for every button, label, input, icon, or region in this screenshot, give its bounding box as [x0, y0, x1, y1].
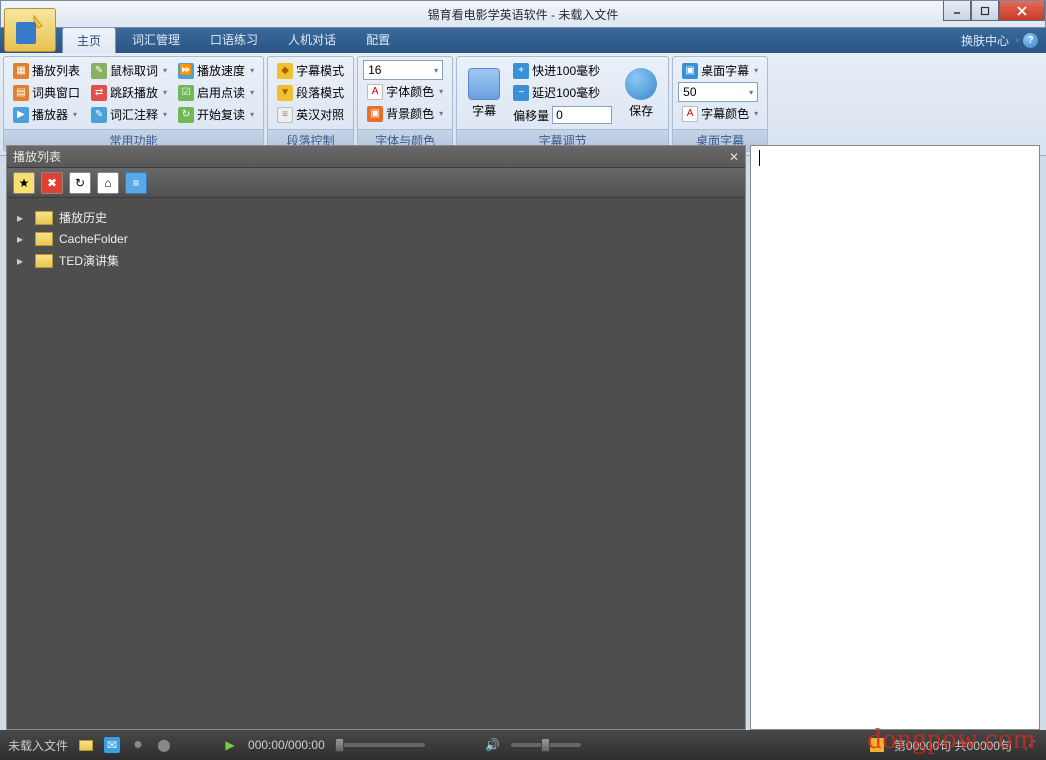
app-logo — [4, 8, 56, 52]
btn-play-speed[interactable]: ⏩播放速度▾ — [174, 60, 258, 81]
btn-dict-window[interactable]: ▤词典窗口 — [9, 82, 84, 103]
tb-delete-icon[interactable]: ✖ — [41, 172, 63, 194]
menu-tabstrip: 主页 词汇管理 口语练习 人机对话 配置 换肤中心 ▾ ? — [0, 28, 1046, 53]
help-icon[interactable]: ? — [1023, 33, 1038, 48]
volume-slider[interactable] — [511, 743, 581, 747]
tb-new-icon[interactable]: ★ — [13, 172, 35, 194]
status-time: 000:00/000:00 — [248, 738, 325, 752]
minimize-button[interactable] — [943, 1, 971, 21]
tree-item-ted[interactable]: ▸TED演讲集 — [11, 249, 741, 272]
btn-player[interactable]: ▶播放器▾ — [9, 104, 84, 125]
btn-playlist[interactable]: ▦播放列表 — [9, 60, 84, 81]
playlist-panel: 播放列表 ✕ ★ ✖ ↻ ⌂ ≡ ▸播放历史 ▸CacheFolder ▸TED… — [6, 145, 746, 730]
progress-slider[interactable] — [335, 743, 425, 747]
text-editor-pane[interactable] — [750, 145, 1040, 730]
tb-refresh-icon[interactable]: ↻ — [69, 172, 91, 194]
panel-toolbar: ★ ✖ ↻ ⌂ ≡ — [7, 168, 745, 198]
folder-icon — [35, 232, 53, 246]
tree-item-cache[interactable]: ▸CacheFolder — [11, 229, 741, 249]
titlebar: 锡育看电影学英语软件 - 未载入文件 — [0, 0, 1046, 28]
ribbon-group-subtitle-adjust: 字幕 +快进100毫秒 −延迟100毫秒 偏移量0 保存 字幕调节 — [456, 56, 669, 152]
spin-offset[interactable]: 0 — [552, 106, 612, 124]
btn-mouse-pick[interactable]: ✎鼠标取词▾ — [87, 60, 171, 81]
ribbon-group-common: ▦播放列表 ▤词典窗口 ▶播放器▾ ✎鼠标取词▾ ⇄跳跃播放▾ ✎词汇注释▾ ⏩… — [3, 56, 264, 152]
window-title: 锡育看电影学英语软件 - 未载入文件 — [428, 6, 619, 23]
window-controls — [943, 1, 1045, 21]
ribbon: ▦播放列表 ▤词典窗口 ▶播放器▾ ✎鼠标取词▾ ⇄跳跃播放▾ ✎词汇注释▾ ⏩… — [0, 53, 1046, 156]
playlist-tree: ▸播放历史 ▸CacheFolder ▸TED演讲集 — [7, 198, 745, 729]
play-icon[interactable]: ▶ — [222, 737, 238, 753]
ribbon-group-paragraph: ◆字幕模式 ▼段落模式 ≡英汉对照 段落控制 — [267, 56, 354, 152]
tab-vocab[interactable]: 词汇管理 — [118, 27, 194, 53]
btn-jump-play[interactable]: ⇄跳跃播放▾ — [87, 82, 171, 103]
folder-icon — [35, 254, 53, 268]
btn-paragraph-mode[interactable]: ▼段落模式 — [273, 82, 348, 103]
tb-home-icon[interactable]: ⌂ — [97, 172, 119, 194]
combo-fontsize[interactable]: 16▾ — [363, 60, 443, 80]
row-offset: 偏移量0 — [509, 104, 616, 126]
btn-start-repeat[interactable]: ↻开始复读▾ — [174, 104, 258, 125]
maximize-button[interactable] — [971, 1, 999, 21]
record-icon[interactable]: ⬤ — [156, 737, 172, 753]
ribbon-group-font: 16▾ A字体颜色▾ ▣背景颜色▾ 字体与颜色 — [357, 56, 453, 152]
volume-icon[interactable]: 🔊 — [485, 737, 501, 753]
tab-config[interactable]: 配置 — [352, 27, 404, 53]
tab-dialog[interactable]: 人机对话 — [274, 27, 350, 53]
content-area: 播放列表 ✕ ★ ✖ ↻ ⌂ ≡ ▸播放历史 ▸CacheFolder ▸TED… — [6, 145, 1040, 730]
statusbar: 未载入文件 ✉ ● ⬤ ▶ 000:00/000:00 🔊 第00000句 共0… — [0, 730, 1046, 760]
status-sentence: 第00000句 共00000句 — [894, 737, 1012, 754]
tb-list-icon[interactable]: ≡ — [125, 172, 147, 194]
btn-font-color[interactable]: A字体颜色▾ — [363, 81, 447, 102]
combo-desk-fontsize[interactable]: 50▾ — [678, 82, 758, 102]
tab-speaking[interactable]: 口语练习 — [196, 27, 272, 53]
btn-bg-color[interactable]: ▣背景颜色▾ — [363, 103, 447, 124]
panel-header: 播放列表 ✕ — [7, 146, 745, 168]
btn-desktop-subtitle[interactable]: ▣桌面字幕▾ — [678, 60, 762, 81]
btn-desk-sub-color[interactable]: A字幕颜色▾ — [678, 103, 762, 124]
expand-icon[interactable]: ▸ — [17, 211, 29, 225]
expand-icon[interactable]: ▸ — [17, 232, 29, 246]
folder-icon[interactable] — [78, 737, 94, 753]
btn-en-cn[interactable]: ≡英汉对照 — [273, 104, 348, 125]
btn-back-100ms[interactable]: −延迟100毫秒 — [509, 82, 616, 103]
close-button[interactable] — [999, 1, 1045, 21]
chat-icon[interactable]: ✉ — [104, 737, 120, 753]
text-cursor — [759, 150, 760, 166]
panel-close-icon[interactable]: ✕ — [729, 150, 739, 164]
panel-title: 播放列表 — [13, 148, 61, 165]
skin-center-link[interactable]: 换肤中心 — [961, 32, 1009, 49]
btn-click-read[interactable]: ☑启用点读▾ — [174, 82, 258, 103]
btn-subtitle-mode[interactable]: ◆字幕模式 — [273, 60, 348, 81]
bubble-icon[interactable]: ● — [130, 737, 146, 753]
ribbon-group-desktop-sub: ▣桌面字幕▾ 50▾ A字幕颜色▾ 桌面字幕 — [672, 56, 768, 152]
marker-icon[interactable] — [870, 738, 884, 752]
btn-subtitle-big[interactable]: 字幕 — [462, 60, 506, 126]
chevron-down-icon[interactable]: ▾ — [1015, 36, 1019, 45]
tree-item-history[interactable]: ▸播放历史 — [11, 206, 741, 229]
expand-icon[interactable]: ▸ — [17, 254, 29, 268]
folder-icon — [35, 211, 53, 225]
tab-home[interactable]: 主页 — [62, 27, 116, 53]
btn-save[interactable]: 保存 — [619, 60, 663, 126]
status-file: 未载入文件 — [8, 737, 68, 754]
grip-icon: ⋰ — [1022, 737, 1038, 753]
btn-forward-100ms[interactable]: +快进100毫秒 — [509, 60, 616, 81]
btn-vocab-note[interactable]: ✎词汇注释▾ — [87, 104, 171, 125]
